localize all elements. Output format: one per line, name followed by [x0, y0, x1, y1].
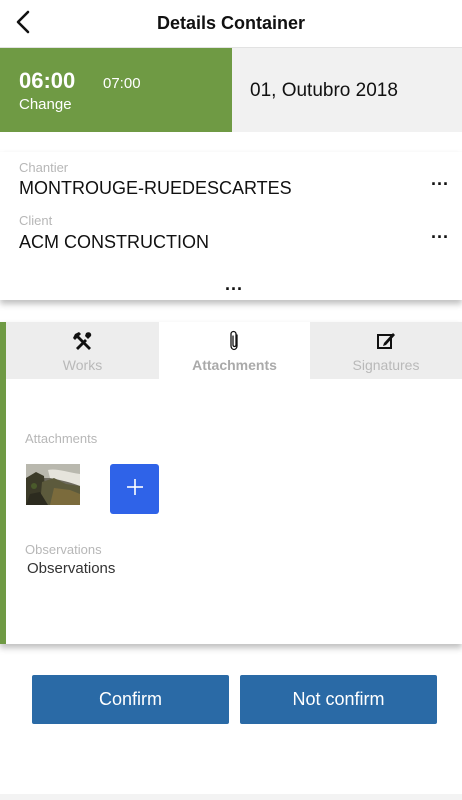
chantier-value: MONTROUGE-RUEDESCARTES: [19, 178, 292, 198]
client-value: ACM CONSTRUCTION: [19, 232, 209, 252]
date-value: 01, Outubro 2018: [250, 80, 398, 101]
time-change-button[interactable]: 06:00 07:00 Change: [0, 48, 232, 132]
client-more-button[interactable]: ...: [431, 223, 449, 241]
plus-icon: [126, 478, 144, 501]
tab-attachments-label: Attachments: [192, 357, 277, 373]
page-title: Details Container: [156, 13, 306, 33]
tab-signatures-label: Signatures: [352, 357, 420, 373]
change-label: Change: [19, 96, 72, 113]
bottom-divider: [0, 794, 462, 800]
tab-attachments[interactable]: Attachments: [159, 322, 310, 379]
site-info-card: Chantier MONTROUGE-RUEDESCARTES ... Clie…: [0, 152, 462, 300]
tabs-card: Works Attachments Signatures Attachments: [0, 322, 462, 644]
chantier-label: Chantier: [19, 160, 69, 175]
observations-field[interactable]: Observations: [27, 560, 115, 577]
paperclip-icon: [159, 330, 310, 352]
tab-works[interactable]: Works: [6, 322, 159, 379]
add-attachment-button[interactable]: [110, 464, 159, 514]
confirm-button[interactable]: Confirm: [32, 675, 229, 724]
expand-more-button[interactable]: ...: [225, 275, 243, 293]
observations-label: Observations: [25, 542, 102, 557]
end-time: 07:00: [103, 75, 141, 92]
details-screen: Details Container 06:00 07:00 Change 01,…: [0, 0, 462, 800]
tab-signatures[interactable]: Signatures: [310, 322, 462, 379]
top-bar: Details Container: [0, 0, 462, 48]
signature-icon: [310, 330, 462, 352]
tab-works-label: Works: [62, 357, 103, 373]
chantier-more-button[interactable]: ...: [431, 170, 449, 188]
date-panel: 01, Outubro 2018: [232, 48, 462, 132]
start-time: 06:00: [19, 68, 76, 93]
not-confirm-button[interactable]: Not confirm: [240, 675, 437, 724]
attachment-thumbnail[interactable]: [26, 464, 80, 505]
attachments-section-label: Attachments: [25, 431, 98, 446]
client-label: Client: [19, 213, 53, 228]
tools-icon: [6, 330, 159, 352]
